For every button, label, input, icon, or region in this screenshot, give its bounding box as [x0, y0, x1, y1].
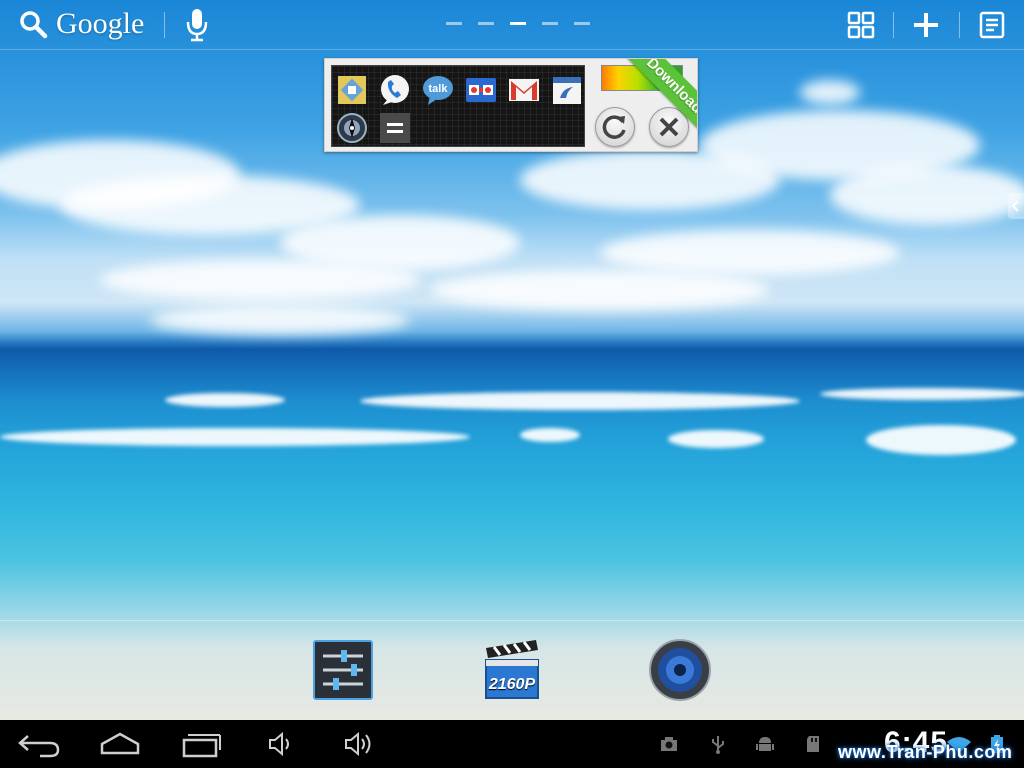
recent-apps-icon[interactable] — [170, 726, 230, 762]
divider — [959, 12, 960, 38]
side-drawer-handle[interactable] — [1008, 193, 1024, 219]
volume-up-icon[interactable] — [330, 726, 390, 762]
photo-gallery-icon[interactable] — [336, 74, 368, 106]
page-dot[interactable] — [574, 22, 590, 25]
settings-icon[interactable] — [311, 638, 375, 702]
refresh-button[interactable] — [595, 107, 635, 147]
divider — [893, 12, 894, 38]
add-icon[interactable] — [911, 10, 941, 40]
compass-icon[interactable] — [336, 112, 368, 144]
google-wordmark: Google — [56, 7, 145, 40]
page-dot[interactable] — [542, 22, 558, 25]
home-icon[interactable] — [90, 726, 150, 762]
search-icon — [20, 11, 48, 39]
microphone-icon[interactable] — [184, 8, 210, 42]
video-player-app[interactable]: 2160P — [480, 638, 544, 702]
google-goggles-icon[interactable] — [465, 74, 497, 106]
page-dot[interactable] — [446, 22, 462, 25]
google-search-bar[interactable]: Google — [18, 6, 144, 42]
volume-down-icon[interactable] — [250, 726, 310, 762]
gmail-icon[interactable] — [508, 74, 540, 106]
notes-icon[interactable] — [977, 10, 1007, 40]
sd-card-icon — [807, 736, 819, 752]
video-player-label: 2160P — [488, 676, 536, 693]
home-page-indicator — [446, 22, 590, 25]
dock-divider — [0, 620, 1024, 621]
page-dot[interactable] — [478, 22, 494, 25]
all-apps-icon[interactable] — [846, 10, 876, 40]
speaker-icon[interactable] — [648, 638, 712, 702]
google-talk-icon[interactable]: talk — [422, 74, 454, 106]
phone-icon[interactable] — [379, 74, 411, 106]
close-icon — [659, 117, 679, 137]
launcher-top-bar: Google — [0, 0, 1024, 50]
refresh-icon — [602, 115, 626, 139]
usb-icon — [712, 736, 724, 754]
back-icon[interactable] — [10, 726, 70, 762]
app-shortcut-widget: talk Download — [324, 58, 698, 152]
calculator-icon[interactable] — [379, 112, 411, 144]
svg-text:talk: talk — [429, 83, 449, 95]
calendar-icon[interactable] — [551, 74, 583, 106]
page-dot-active[interactable] — [510, 22, 526, 25]
divider — [164, 12, 165, 38]
watermark-text: www.Tran-Phu.com — [838, 742, 1013, 762]
widget-app-grid: talk — [331, 65, 585, 147]
android-debug-icon — [756, 737, 774, 751]
camera-icon — [661, 737, 677, 751]
chevron-left-icon — [1011, 200, 1019, 212]
